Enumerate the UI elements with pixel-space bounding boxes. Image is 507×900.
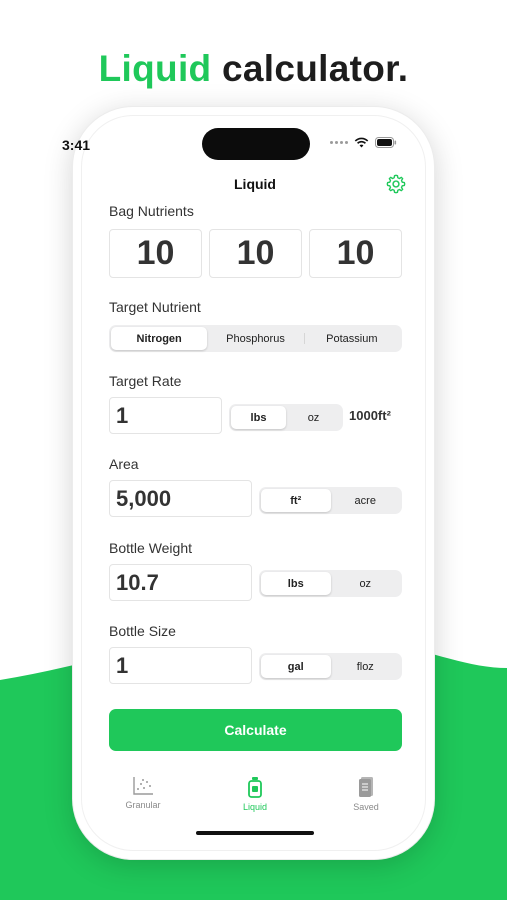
area-unit-control: ft² acre [259,487,402,514]
tab-granular[interactable]: Granular [108,776,178,810]
headline-accent: Liquid [98,48,212,89]
bag-nutrients-label: Bag Nutrients [109,203,194,219]
bottle-size-unit-control: gal floz [259,653,402,680]
segment-ft2[interactable]: ft² [261,489,331,512]
bottle-weight-unit-control: lbs oz [259,570,402,597]
notebook-icon [359,777,373,797]
tab-label-saved: Saved [353,802,379,812]
target-nutrient-label: Target Nutrient [109,299,201,315]
headline-rest: calculator. [211,48,409,89]
calculate-button[interactable]: Calculate [109,709,402,751]
segment-lbs[interactable]: lbs [231,406,286,429]
area-label: Area [109,456,139,472]
status-icons [330,137,397,148]
status-time: 3:41 [62,137,91,153]
bottle-weight-label: Bottle Weight [109,540,193,556]
wifi-icon [354,137,369,148]
segment-floz[interactable]: floz [331,655,401,678]
home-indicator [196,831,314,835]
bottle-weight-input[interactable]: 10.7 [109,564,252,601]
segment-oz[interactable]: oz [331,572,401,595]
rate-per-area-label: 1000ft² [349,408,391,423]
tab-saved[interactable]: Saved [331,776,401,812]
target-rate-input[interactable]: 1 [109,397,222,434]
segment-potassium[interactable]: Potassium [303,327,400,350]
segment-lbs[interactable]: lbs [261,572,331,595]
target-rate-unit-control: lbs oz [229,404,343,431]
gear-icon[interactable] [385,173,407,195]
segment-oz[interactable]: oz [286,406,341,429]
segment-gal[interactable]: gal [261,655,331,678]
potassium-value-field[interactable]: 10 [309,229,402,278]
segment-phosphorus[interactable]: Phosphorus [207,327,303,350]
tab-liquid[interactable]: Liquid [220,776,290,812]
segment-acre[interactable]: acre [331,489,401,512]
phosphorus-value-field[interactable]: 10 [209,229,302,278]
nav-title: Liquid [234,176,276,192]
headline: Liquid calculator. [0,48,507,90]
signal-icon [330,141,348,144]
bottle-icon [248,777,262,798]
target-nutrient-segmented-control: Nitrogen Phosphorus Potassium [109,325,402,352]
bottle-size-label: Bottle Size [109,623,176,639]
segment-nitrogen[interactable]: Nitrogen [111,327,208,350]
target-rate-label: Target Rate [109,373,182,389]
nitrogen-value-field[interactable]: 10 [109,229,202,278]
dynamic-island [202,128,310,160]
battery-icon [375,137,397,148]
bottle-size-input[interactable]: 1 [109,647,252,684]
area-input[interactable]: 5,000 [109,480,252,517]
tab-label-granular: Granular [125,800,161,810]
tab-label-liquid: Liquid [242,802,268,812]
scatter-chart-icon [133,777,153,795]
